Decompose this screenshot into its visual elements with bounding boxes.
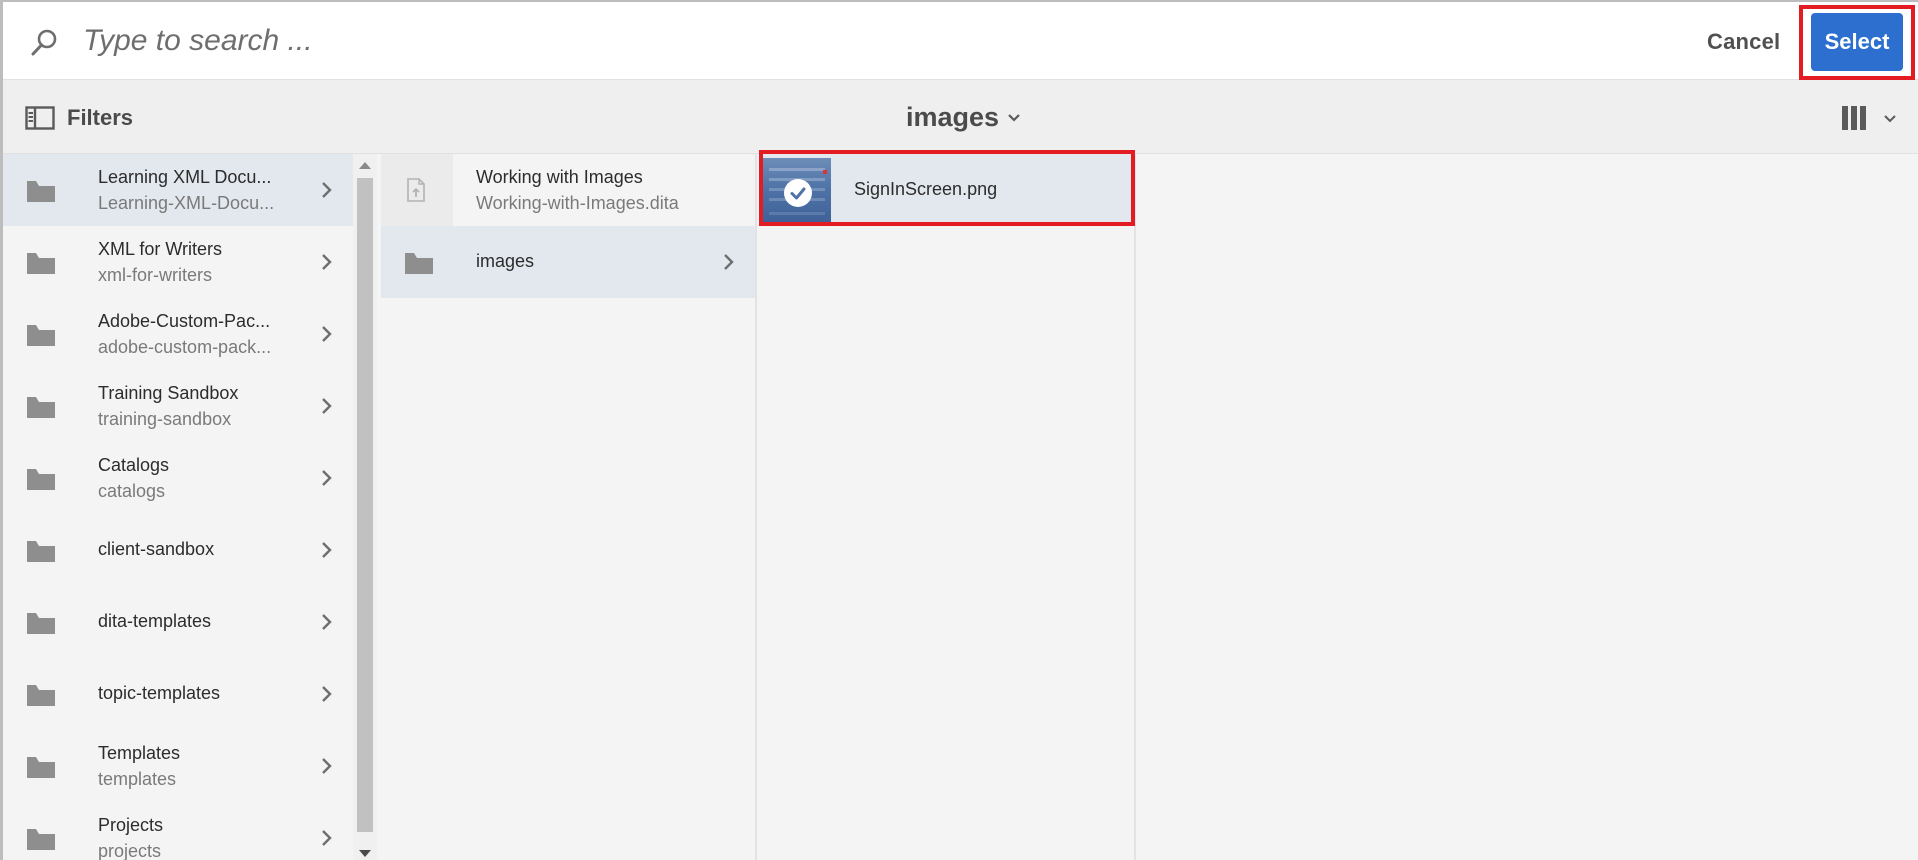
folder-icon [27,685,55,706]
folder-icon [27,757,55,778]
item-subtitle: catalogs [98,481,166,501]
item-subtitle: training-sandbox [98,409,232,429]
column-view-icon[interactable] [1841,104,1867,132]
folder-icon [27,613,55,634]
item-subtitle: projects [98,841,162,860]
column-folder: Working with Images Working-with-Images.… [381,154,757,860]
chevron-right-icon[interactable] [321,685,333,703]
chevron-right-icon[interactable] [321,325,333,343]
item-subtitle: templates [98,769,177,789]
filters-rail-toggle-icon[interactable] [25,106,55,130]
filters-label[interactable]: Filters [67,105,133,131]
chevron-right-icon[interactable] [321,469,333,487]
item-title: Training Sandbox [98,383,239,403]
list-item[interactable]: topic-templates [3,658,353,730]
search-bar: Cancel Select [3,2,1918,80]
current-folder-title[interactable]: images [906,102,999,133]
folder-icon [405,253,433,274]
list-item[interactable]: Projects projects [3,802,353,860]
chevron-down-icon[interactable] [1006,110,1022,126]
chevron-right-icon[interactable] [723,253,735,271]
chevron-right-icon[interactable] [321,757,333,775]
list-item[interactable]: images [381,226,755,298]
list-item[interactable]: Catalogs catalogs [3,442,353,514]
search-icon [31,29,57,56]
chevron-right-icon[interactable] [321,253,333,271]
scroll-down-arrow-icon[interactable] [359,850,371,857]
list-item[interactable]: client-sandbox [3,514,353,586]
item-subtitle: adobe-custom-pack... [98,337,272,357]
item-subtitle: Learning-XML-Docu... [98,193,275,213]
item-title: client-sandbox [98,539,215,559]
item-title: Projects [98,815,164,835]
folder-icon [27,397,55,418]
item-subtitle: xml-for-writers [98,265,212,285]
chevron-right-icon[interactable] [321,613,333,631]
chevron-right-icon[interactable] [321,829,333,847]
item-title: Learning XML Docu... [98,167,272,187]
cancel-button[interactable]: Cancel [1703,24,1784,60]
folder-icon [27,829,55,850]
toolbar: Filters images [3,80,1918,154]
folder-icon [27,253,55,274]
item-title: images [476,251,535,271]
list-item[interactable]: dita-templates [3,586,353,658]
item-title: Adobe-Custom-Pac... [98,311,271,331]
list-item[interactable]: Training Sandbox training-sandbox [3,370,353,442]
vertical-scrollbar[interactable] [353,154,377,860]
list-item[interactable]: Templates templates [3,730,353,802]
scrollbar-thumb[interactable] [357,178,373,832]
list-item[interactable]: XML for Writers xml-for-writers [3,226,353,298]
item-title: Working with Images [476,167,643,187]
item-title: XML for Writers [98,239,223,259]
folder-icon [27,469,55,490]
list-item[interactable]: Adobe-Custom-Pac... adobe-custom-pack... [3,298,353,370]
folder-icon [27,541,55,562]
select-button[interactable]: Select [1811,13,1903,71]
item-title: topic-templates [98,683,221,703]
view-switcher-chevron-down-icon[interactable] [1883,112,1897,126]
list-item[interactable]: Working with Images Working-with-Images.… [381,154,755,226]
column-root: Learning XML Docu... Learning-XML-Docu..… [3,154,353,860]
chevron-right-icon[interactable] [321,397,333,415]
folder-icon [27,181,55,202]
file-thumbnail [381,154,453,226]
selected-file-highlight [759,150,1135,226]
list-item[interactable]: Learning XML Docu... Learning-XML-Docu..… [3,154,353,226]
chevron-right-icon[interactable] [321,541,333,559]
search-input[interactable] [83,20,1383,62]
document-icon [407,178,425,202]
scroll-up-arrow-icon[interactable] [359,162,371,169]
folder-icon [27,325,55,346]
item-title: dita-templates [98,611,212,631]
item-title: Templates [98,743,181,763]
chevron-right-icon[interactable] [321,181,333,199]
item-title: Catalogs [98,455,170,475]
item-subtitle: Working-with-Images.dita [476,193,679,213]
column-images: SignInScreen.png [759,154,1136,860]
